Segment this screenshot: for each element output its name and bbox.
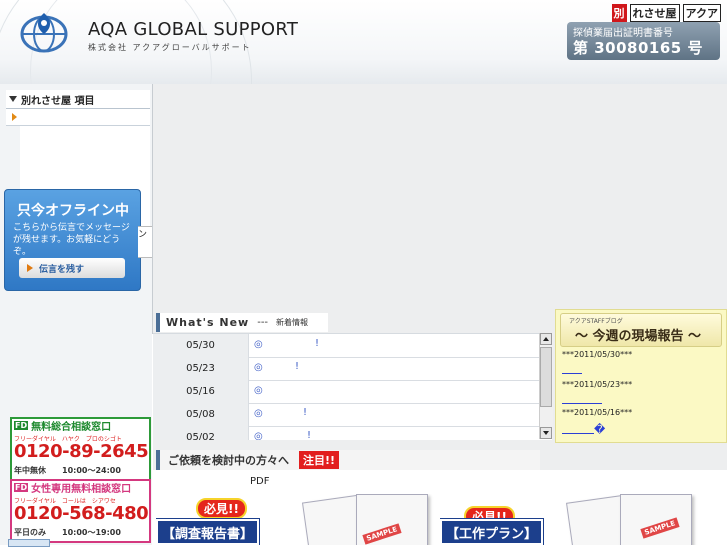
phone-general-title: 無料総合相談窓口: [31, 422, 112, 433]
freedial-icon: FD: [14, 483, 29, 492]
scroll-up-icon[interactable]: [540, 333, 552, 345]
phone-general-hours: 年中無休 10:00〜24:00: [14, 466, 121, 475]
column-divider: [152, 84, 153, 334]
edge-tab[interactable]: ン: [138, 226, 153, 258]
news-date: 05/08: [153, 403, 249, 426]
bullet-icon: ◎: [254, 431, 263, 440]
sample-document: SAMPLE: [356, 494, 428, 545]
sample-document: SAMPLE: [620, 494, 692, 545]
edge-tab-label: ン: [138, 230, 148, 240]
news-row[interactable]: 05/23 ◎ !: [153, 357, 552, 381]
blog-entry-date: ***2011/05/30***: [562, 350, 633, 359]
site-tags: 別 れさせ屋 アクア: [611, 4, 721, 22]
scroll-down-icon[interactable]: [540, 427, 552, 439]
request-header: ご依頼を検討中の方々へ 注目!!: [156, 450, 540, 470]
blog-entry-date: ***2011/05/16***: [562, 408, 633, 417]
menu-title: 別れさせ屋 項目: [21, 95, 95, 107]
phone-women[interactable]: FD 女性専用無料相談窓口 フリーダイヤル コールは シアワセ 0120-568…: [10, 479, 151, 543]
brand-name[interactable]: AQA GLOBAL SUPPORT: [88, 19, 298, 40]
freedial-icon: FD: [14, 421, 29, 430]
blog-label: アクアSTAFFブログ: [569, 318, 623, 325]
news-date: 05/16: [153, 380, 249, 403]
leave-message-label: 伝言を残す: [39, 264, 85, 275]
whats-new-separator: ---: [257, 317, 269, 328]
phone-general-header: FD 無料総合相談窓口: [12, 419, 149, 433]
whats-new-subtitle: 新着情報: [276, 318, 309, 327]
news-link[interactable]: !: [295, 361, 299, 372]
attention-badge: 注目!!: [299, 451, 340, 469]
scroll-thumb[interactable]: [540, 347, 552, 407]
blog-entry-link[interactable]: [562, 403, 602, 404]
must-see-badge: 必見!!: [196, 498, 247, 519]
news-date: 05/23: [153, 357, 249, 380]
blog-entry-glyph: �: [594, 423, 606, 436]
news-link[interactable]: !: [315, 338, 319, 349]
news-row[interactable]: 05/02 ◎ !: [153, 426, 552, 440]
blog-entry-link[interactable]: [562, 373, 582, 374]
blog-entry-date: ***2011/05/23***: [562, 380, 633, 389]
play-icon: [27, 264, 33, 272]
sample-stamp: SAMPLE: [640, 517, 680, 539]
blog-entry-link[interactable]: [562, 433, 594, 434]
phone-women-number[interactable]: 0120-568-480: [14, 503, 149, 524]
tag-wakare[interactable]: 別: [611, 4, 627, 22]
tag-aqua[interactable]: アクア: [682, 4, 721, 22]
phone-women-hours: 平日のみ 10:00〜19:00: [14, 528, 121, 537]
blog-header[interactable]: アクアSTAFFブログ ～ 今週の現場報告 ～: [560, 313, 722, 347]
pdf-label: PDF: [250, 476, 270, 487]
phone-general[interactable]: FD 無料総合相談窓口 フリーダイヤル ハヤク プロのシゴト 0120-89-2…: [10, 417, 151, 481]
news-row[interactable]: 05/08 ◎ !: [153, 403, 552, 427]
menu-item[interactable]: [6, 109, 150, 126]
news-link[interactable]: !: [307, 430, 311, 440]
aqa-logo-icon[interactable]: [18, 10, 70, 54]
site-header: AQA GLOBAL SUPPORT 株式会社 アクアグローバルサポート 別 れ…: [0, 0, 727, 85]
menu-heading: 別れさせ屋 項目: [6, 90, 150, 109]
footer-badge[interactable]: [8, 539, 50, 547]
news-link[interactable]: !: [303, 407, 307, 418]
sample-stamp: SAMPLE: [362, 523, 402, 545]
news-row[interactable]: 05/30 ◎ !: [153, 334, 552, 358]
news-scrollbar[interactable]: [539, 333, 553, 439]
license-number: 第 30080165 号: [573, 39, 703, 57]
brand-subtitle: 株式会社 アクアグローバルサポート: [88, 43, 252, 52]
triangle-down-icon: [9, 96, 17, 102]
phone-women-title: 女性専用無料相談窓口: [31, 484, 132, 495]
news-date: 05/02: [153, 426, 249, 440]
staff-blog: アクアSTAFFブログ ～ 今週の現場報告 ～ ***2011/05/30***…: [555, 309, 727, 443]
bullet-icon: ◎: [254, 362, 263, 373]
promo-report-label: 【調査報告書】: [156, 519, 260, 545]
bullet-icon: ◎: [254, 385, 263, 396]
arrow-right-icon: [12, 113, 17, 121]
blog-title: ～ 今週の現場報告 ～: [575, 329, 702, 344]
promo-plan-label: 【工作プラン】: [440, 519, 544, 545]
bullet-icon: ◎: [254, 408, 263, 419]
bullet-icon: ◎: [254, 339, 263, 350]
offline-text: こちらから伝言でメッセージが残せます。お気軽にどうぞ。: [13, 223, 130, 257]
news-date: 05/30: [153, 334, 249, 357]
promo-report[interactable]: SAMPLE 必見!! 【調査報告書】: [156, 494, 438, 545]
request-title: ご依頼を検討中の方々へ: [168, 454, 289, 467]
promo-plan[interactable]: SAMPLE 必見!! 【工作プラン】: [440, 494, 727, 545]
tag-resaseya[interactable]: れさせ屋: [629, 4, 680, 22]
offline-title: 只今オフライン中: [17, 203, 129, 219]
phone-general-number[interactable]: 0120-89-2645: [14, 441, 149, 462]
license-badge: 探偵業届出証明書番号 第 30080165 号: [567, 22, 720, 60]
news-row[interactable]: 05/16 ◎: [153, 380, 552, 404]
whats-new-title: What's New: [166, 316, 250, 329]
phone-women-header: FD 女性専用無料相談窓口: [12, 481, 149, 495]
leave-message-button[interactable]: 伝言を残す: [19, 258, 125, 278]
whats-new-header: What's New --- 新着情報: [156, 313, 328, 332]
offline-chat-widget: 只今オフライン中 こちらから伝言でメッセージが残せます。お気軽にどうぞ。 伝言を…: [4, 189, 141, 291]
news-list[interactable]: 05/30 ◎ ! 05/23 ◎ ! 05/16 ◎ 05/08 ◎ ! 05…: [153, 333, 552, 440]
